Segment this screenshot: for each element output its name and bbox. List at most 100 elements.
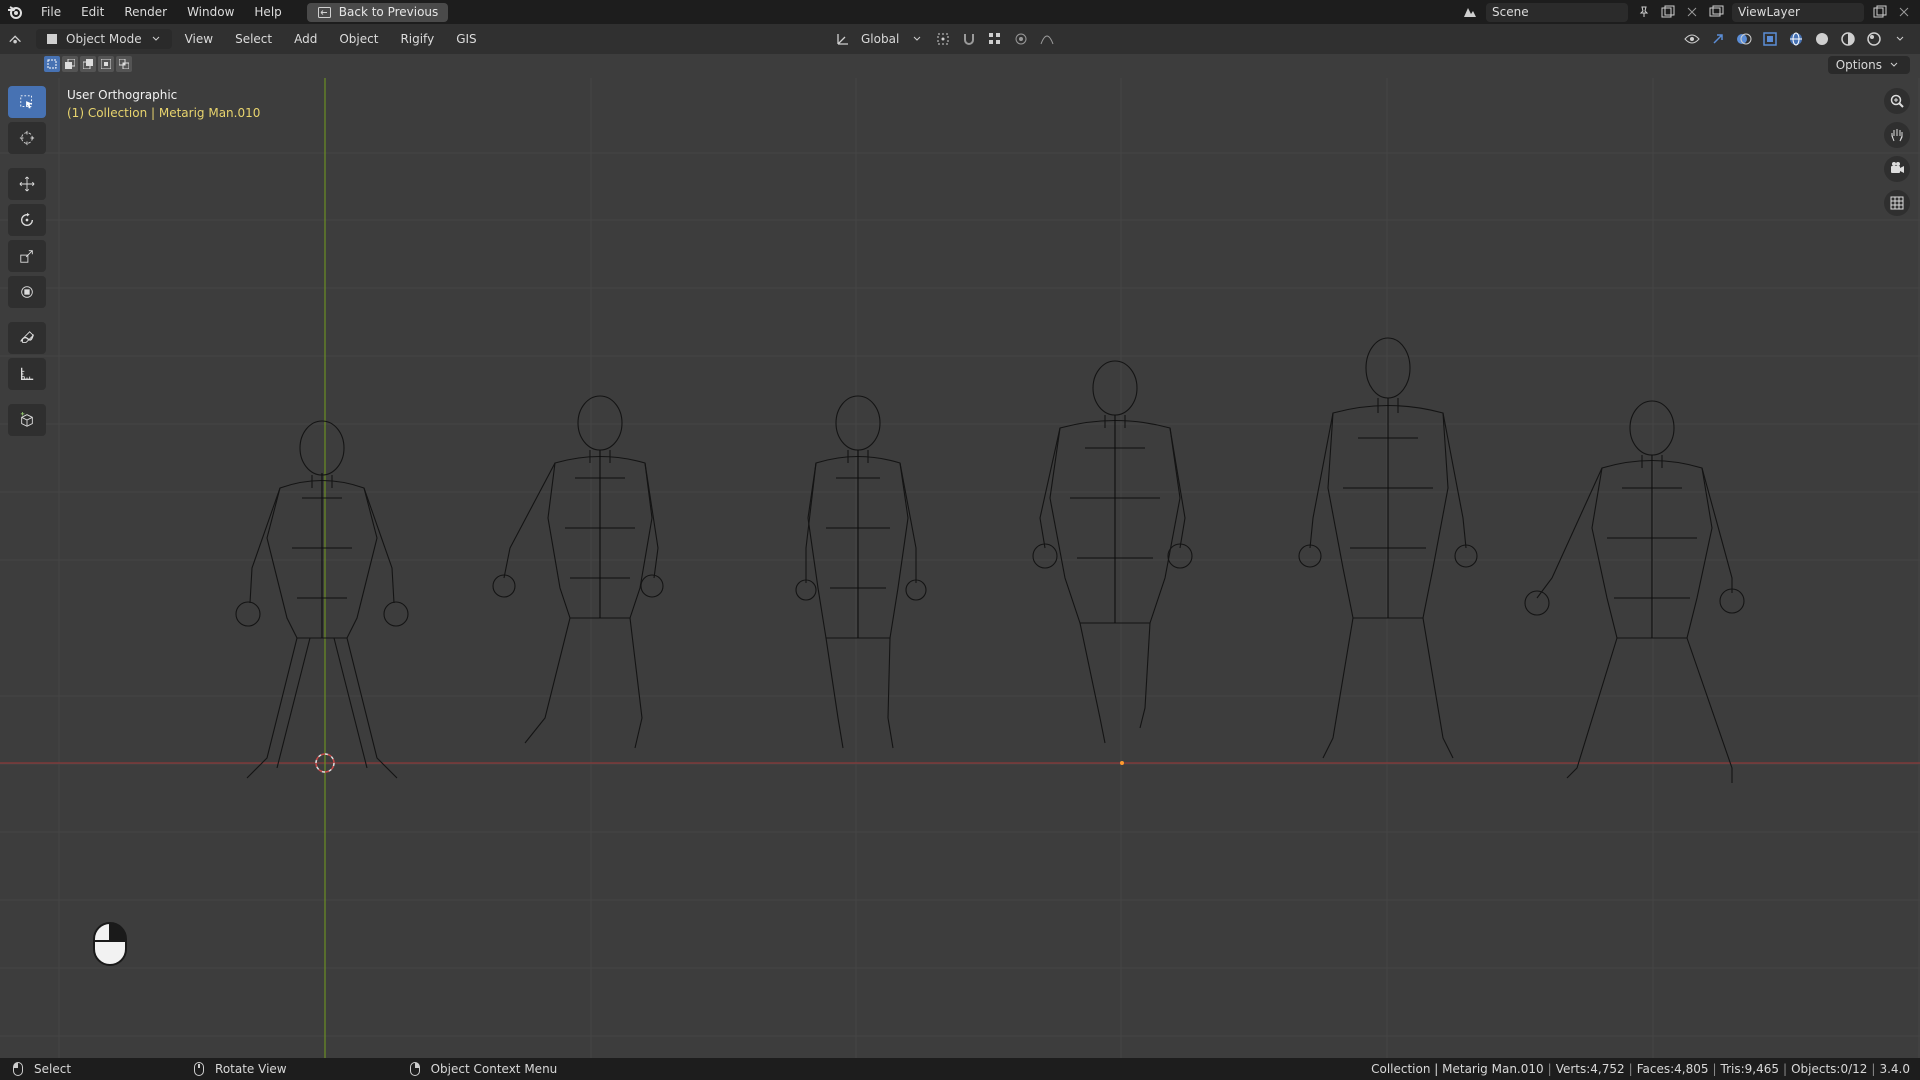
metarig-figure-6 (1524, 400, 1745, 783)
zoom-button[interactable] (1884, 88, 1910, 114)
orientation-icon[interactable] (835, 31, 851, 47)
chevron-down-icon (1886, 57, 1902, 73)
transform-tool[interactable] (8, 276, 46, 308)
pin-icon[interactable] (1636, 4, 1652, 20)
cursor-icon (19, 130, 35, 146)
scene-statistics: Collection | Metarig Man.010 | Verts:4,7… (1371, 1058, 1910, 1080)
menu-render[interactable]: Render (115, 0, 176, 24)
back-to-previous-button[interactable]: Back to Previous (306, 2, 449, 22)
mode-label: Object Mode (66, 32, 142, 46)
menu-gis[interactable]: GIS (447, 32, 485, 46)
grid-icon (1889, 195, 1905, 211)
visibility-eye-icon[interactable] (1684, 31, 1700, 47)
select-new-icon[interactable] (44, 56, 60, 72)
viewlayer-icon[interactable] (1708, 4, 1724, 20)
select-box-tool[interactable] (8, 86, 46, 118)
measure-tool[interactable] (8, 358, 46, 390)
3d-viewport[interactable] (0, 78, 1920, 1058)
mouse-left-icon (10, 1061, 26, 1077)
menu-help[interactable]: Help (245, 0, 290, 24)
menu-window[interactable]: Window (178, 0, 243, 24)
annotate-tool[interactable] (8, 322, 46, 354)
add-cube-icon (19, 412, 35, 428)
options-label: Options (1835, 58, 1882, 72)
status-context-hint: Object Context Menu (407, 1061, 558, 1077)
mouse-icon (93, 922, 127, 966)
top-right-controls: Scene ViewLayer (1462, 0, 1912, 24)
viewport-shading-controls (1684, 29, 1908, 49)
snap-icon[interactable] (961, 31, 977, 47)
blender-logo-icon[interactable] (6, 3, 24, 21)
move-tool[interactable] (8, 168, 46, 200)
overlays-icon[interactable] (1736, 31, 1752, 47)
viewlayer-name: ViewLayer (1738, 5, 1800, 19)
status-rotate-label: Rotate View (215, 1062, 287, 1076)
add-cube-tool[interactable] (8, 404, 46, 436)
options-dropdown[interactable]: Options (1827, 56, 1910, 74)
material-shading-icon[interactable] (1840, 31, 1856, 47)
cursor-tool[interactable] (8, 122, 46, 154)
menu-view[interactable]: View (176, 32, 222, 46)
close-scene-icon[interactable] (1684, 4, 1700, 20)
back-to-previous-label: Back to Previous (338, 5, 439, 19)
scale-tool[interactable] (8, 240, 46, 272)
status-select-label: Select (34, 1062, 72, 1076)
transform-orientation-controls: Global (835, 29, 1055, 49)
snap-increment-icon[interactable] (987, 31, 1003, 47)
scene-field[interactable]: Scene (1486, 2, 1628, 22)
navigation-gizmo (1884, 88, 1910, 216)
rendered-shading-icon[interactable] (1866, 31, 1882, 47)
xray-icon[interactable] (1762, 31, 1778, 47)
stat-separator: | (1783, 1062, 1788, 1076)
camera-view-button[interactable] (1884, 156, 1910, 182)
viewport-info: User Orthographic (1) Collection | Metar… (67, 86, 260, 122)
camera-icon (1889, 161, 1905, 177)
active-object-label: (1) Collection | Metarig Man.010 (67, 106, 261, 120)
shading-options-chevron-icon[interactable] (1892, 31, 1908, 47)
rotate-icon (19, 212, 35, 228)
hand-icon (1889, 127, 1905, 143)
chevron-down-icon[interactable] (909, 31, 925, 47)
menu-select[interactable]: Select (226, 32, 281, 46)
proportional-edit-icon[interactable] (1013, 31, 1029, 47)
viewlayer-field[interactable]: ViewLayer (1732, 2, 1864, 22)
stat-separator: | (1628, 1062, 1633, 1076)
selection-mode-buttons (44, 56, 132, 74)
menu-add[interactable]: Add (285, 32, 326, 46)
gizmo-icon[interactable] (1710, 31, 1726, 47)
select-invert-icon[interactable] (98, 56, 114, 72)
measure-icon (19, 366, 35, 382)
menu-rigify[interactable]: Rigify (391, 32, 443, 46)
orientation-label[interactable]: Global (861, 32, 899, 46)
chevron-down-icon (148, 31, 164, 47)
stat-objects: Objects:0/12 (1791, 1062, 1868, 1076)
falloff-icon[interactable] (1039, 31, 1055, 47)
status-rotate-hint: Rotate View (191, 1061, 287, 1077)
select-intersect-icon[interactable] (116, 56, 132, 72)
editor-type-icon[interactable] (8, 31, 24, 47)
zoom-icon (1889, 93, 1905, 109)
close-viewlayer-icon[interactable] (1896, 4, 1912, 20)
scale-icon (19, 248, 35, 264)
scene-icon[interactable] (1462, 4, 1478, 20)
new-scene-icon[interactable] (1660, 4, 1676, 20)
wireframe-shading-icon[interactable] (1788, 31, 1804, 47)
rotate-tool[interactable] (8, 204, 46, 236)
status-bar: Select Rotate View Object Context Menu C… (0, 1058, 1920, 1080)
mode-select[interactable]: Object Mode (36, 29, 172, 49)
menu-object[interactable]: Object (330, 32, 387, 46)
solid-shading-icon[interactable] (1814, 31, 1830, 47)
ortho-toggle-button[interactable] (1884, 190, 1910, 216)
tool-gap (8, 158, 46, 164)
menu-file[interactable]: File (32, 0, 70, 24)
stat-separator: | (1712, 1062, 1717, 1076)
status-context-label: Object Context Menu (430, 1062, 558, 1076)
select-extend-icon[interactable] (62, 56, 78, 72)
pivot-point-icon[interactable] (935, 31, 951, 47)
menu-edit[interactable]: Edit (72, 0, 113, 24)
object-mode-icon (44, 31, 60, 47)
stat-version: 3.4.0 (1879, 1062, 1910, 1076)
new-viewlayer-icon[interactable] (1872, 4, 1888, 20)
select-subtract-icon[interactable] (80, 56, 96, 72)
pan-button[interactable] (1884, 122, 1910, 148)
